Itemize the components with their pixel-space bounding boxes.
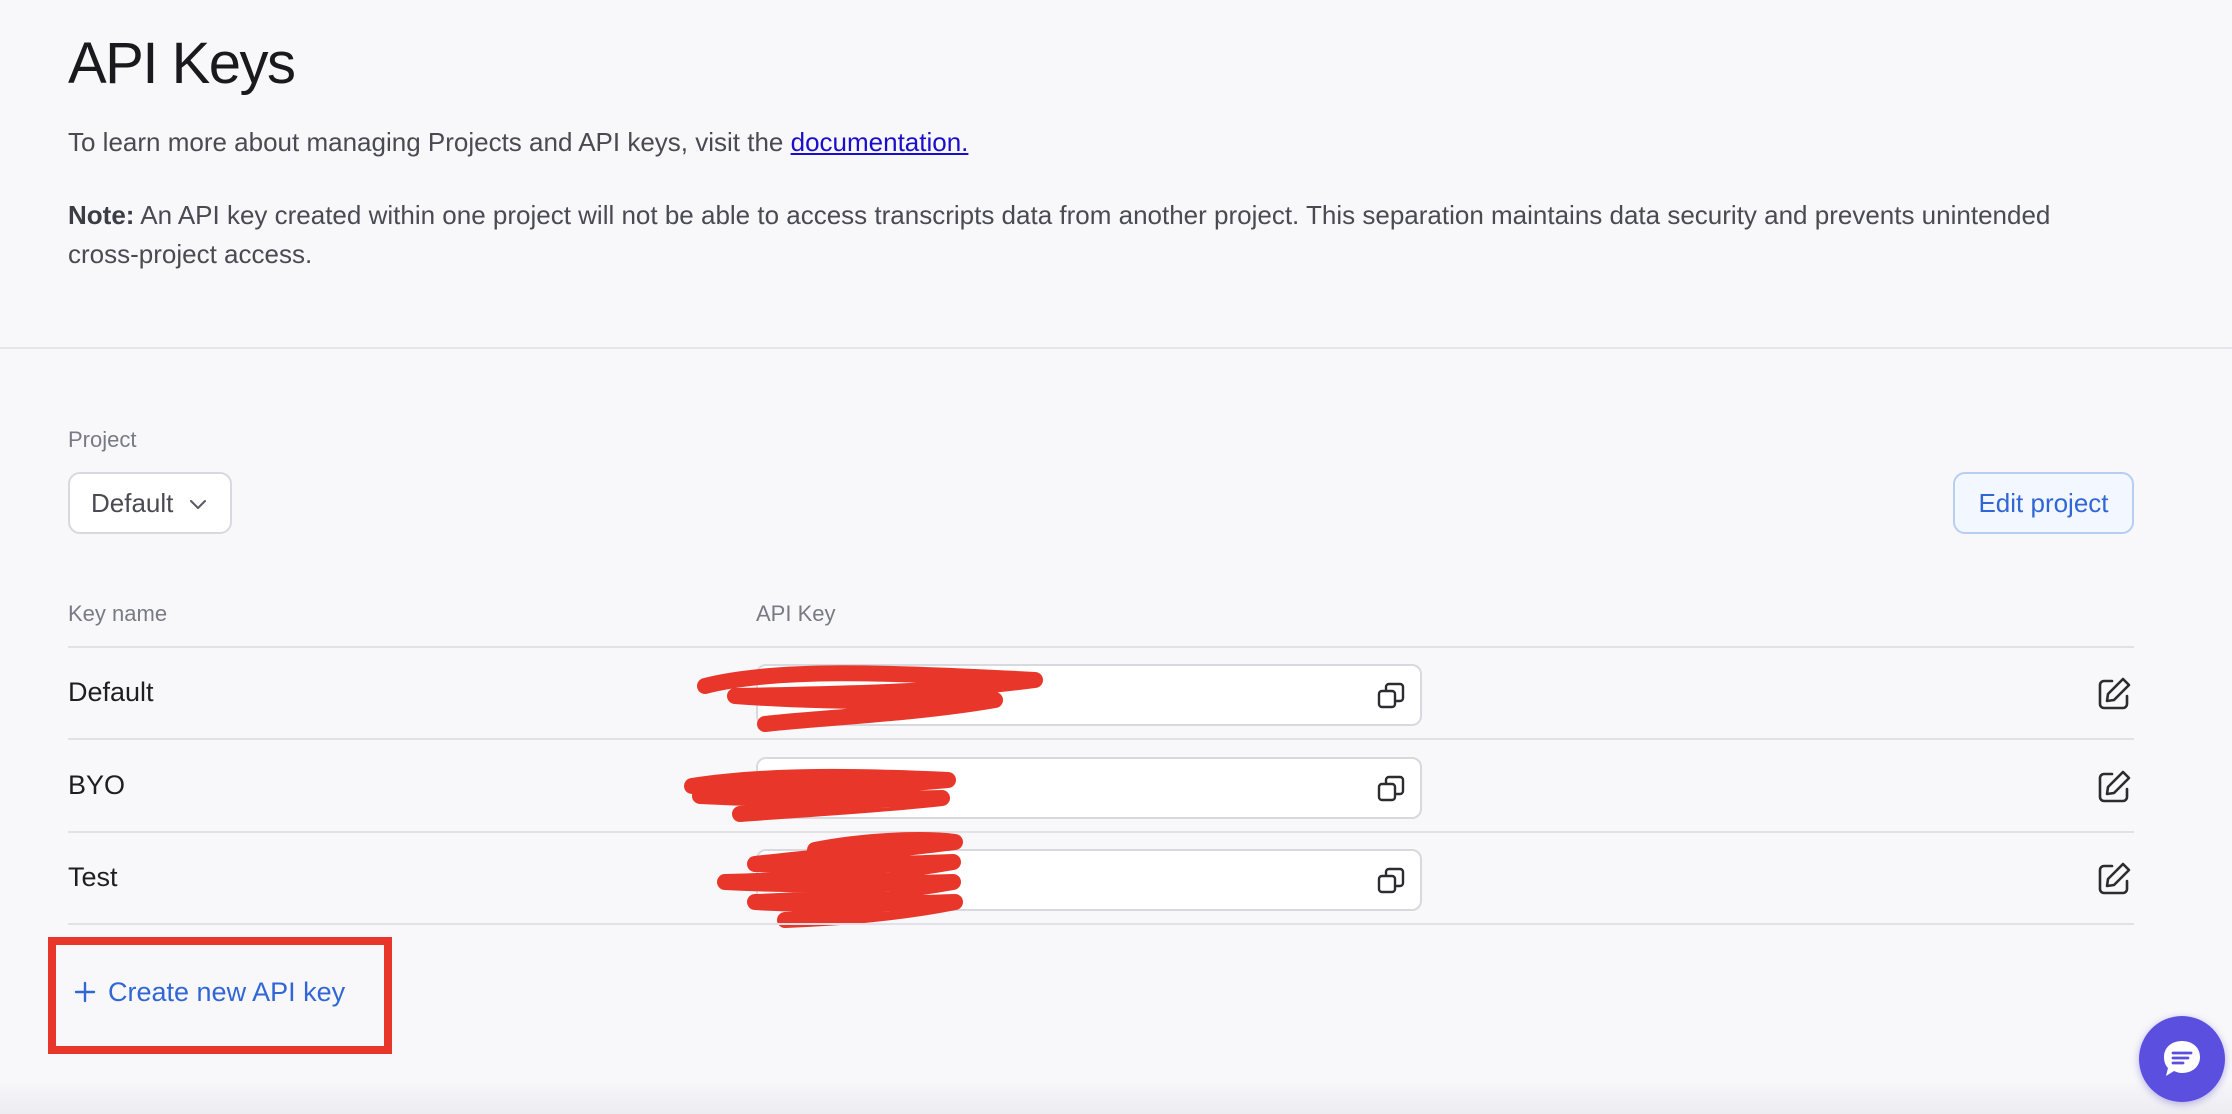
key-name-default: Default: [68, 677, 154, 707]
key-name-byo: BYO: [68, 770, 126, 800]
edit-project-button[interactable]: Edit project: [1953, 472, 2134, 534]
note-label: Note:: [68, 200, 135, 230]
table-divider: [68, 738, 2134, 740]
note-text: Note: An API key created within one proj…: [68, 196, 2128, 274]
api-key-field[interactable]: [756, 664, 1422, 726]
column-header-api-key: API Key: [756, 601, 836, 626]
api-keys-page: API Keys To learn more about managing Pr…: [0, 0, 2232, 1114]
copy-icon[interactable]: [1376, 774, 1406, 804]
project-select-value: Default: [91, 487, 174, 518]
create-api-key-label: Create new API key: [108, 976, 346, 1007]
chat-icon: [2164, 1041, 2200, 1076]
edit-icon[interactable]: [2096, 769, 2132, 805]
section-divider: [0, 347, 2232, 349]
api-key-field[interactable]: [756, 849, 1422, 911]
table-divider: [68, 646, 2134, 648]
documentation-link[interactable]: documentation.: [791, 127, 969, 157]
edit-icon[interactable]: [2096, 676, 2132, 712]
project-select[interactable]: Default: [68, 472, 232, 534]
intro-text-body: To learn more about managing Projects an…: [68, 127, 791, 157]
chevron-down-icon: [190, 500, 206, 509]
edit-icon[interactable]: [2096, 861, 2132, 897]
note-body: An API key created within one project wi…: [68, 200, 2051, 269]
api-key-field[interactable]: [756, 757, 1422, 819]
plus-icon: [74, 981, 96, 1003]
column-header-key-name: Key name: [68, 601, 168, 626]
chat-button[interactable]: [2139, 1016, 2225, 1102]
table-divider: [68, 923, 2134, 925]
create-api-key-button[interactable]: Create new API key: [74, 972, 345, 1012]
page-title: API Keys: [68, 31, 296, 96]
intro-text: To learn more about managing Projects an…: [68, 127, 968, 158]
key-name-test: Test: [68, 862, 118, 892]
project-label: Project: [68, 427, 137, 452]
table-divider: [68, 831, 2134, 833]
copy-icon[interactable]: [1376, 681, 1406, 711]
bottom-edge: [0, 1080, 2232, 1114]
copy-icon[interactable]: [1376, 866, 1406, 896]
